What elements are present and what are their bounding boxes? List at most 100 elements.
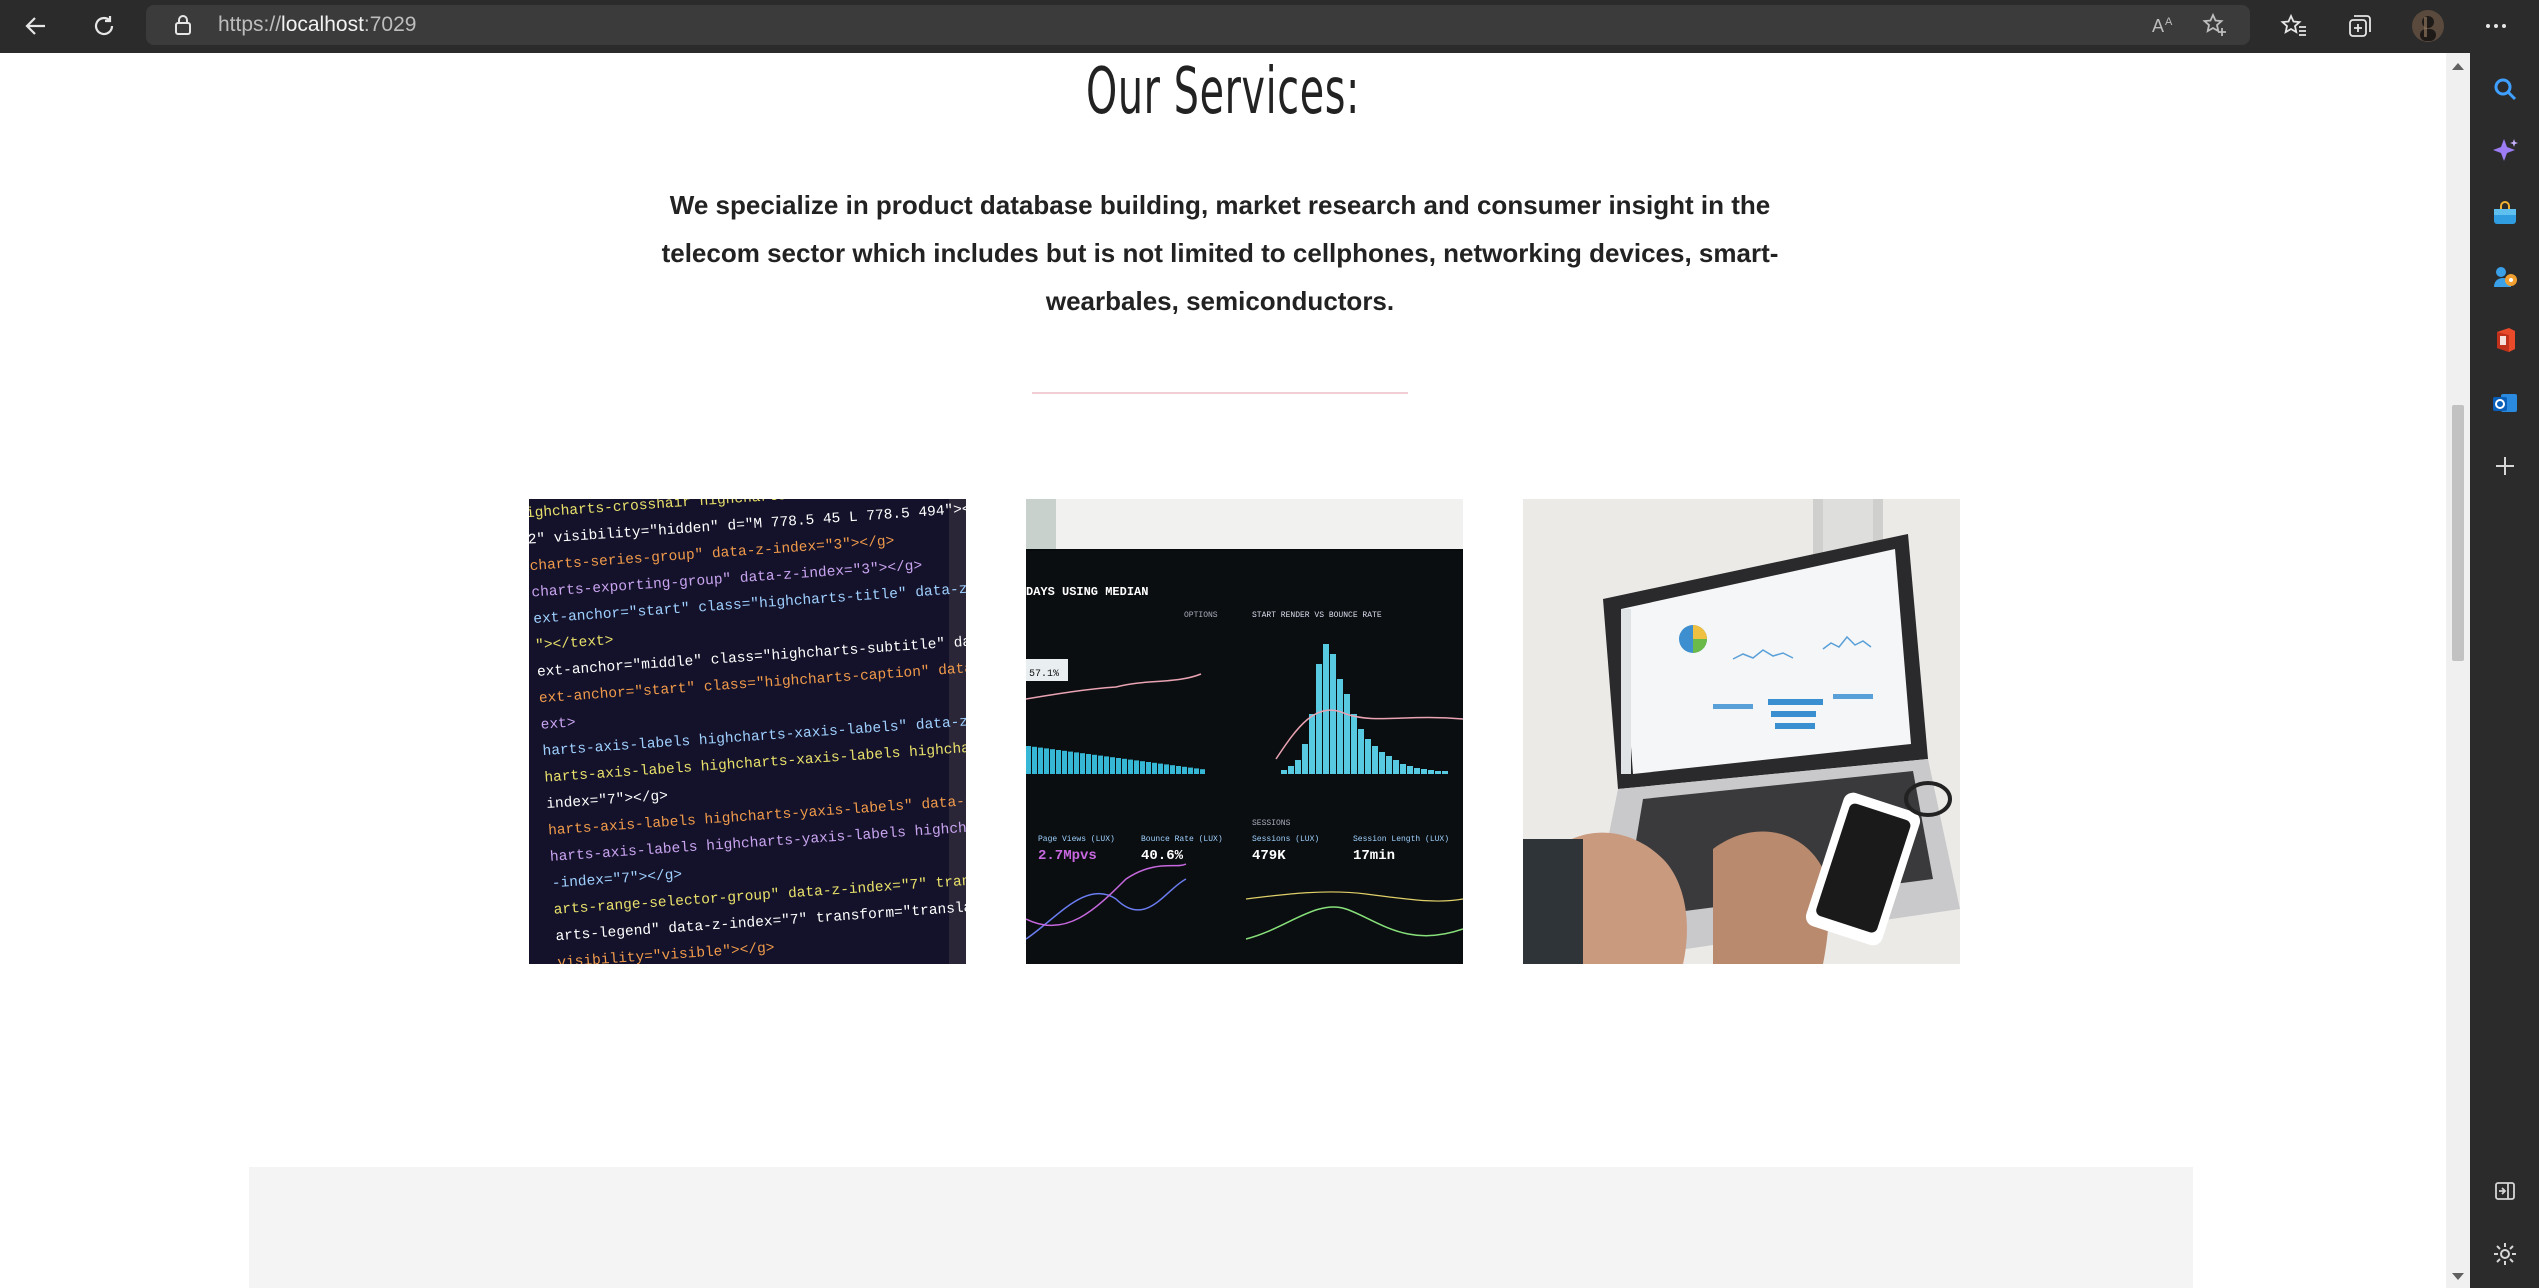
add-favorite-icon[interactable] — [2202, 12, 2228, 38]
histogram-bar — [1428, 770, 1434, 774]
page-scrollbar[interactable] — [2446, 53, 2470, 1288]
histogram-bar — [1393, 760, 1399, 774]
scroll-down-arrow[interactable] — [2452, 1273, 2464, 1280]
url-text[interactable]: https://localhost:7029 — [218, 5, 416, 45]
histogram-bar — [1170, 765, 1175, 774]
histogram-bar — [1038, 747, 1043, 774]
dashboard-screen: DAYS USING MEDIAN OPTIONS START RENDER V… — [1026, 499, 1463, 964]
histogram-bar — [1146, 762, 1151, 774]
histogram-bar — [1074, 752, 1079, 774]
copilot-sparkle-icon[interactable] — [2489, 135, 2521, 167]
dash-stat-value: 2.7Mpvs — [1038, 848, 1097, 864]
histogram-bar — [1026, 746, 1031, 774]
histogram-bar — [1056, 750, 1061, 774]
histogram-bar — [1421, 769, 1427, 774]
histogram-bar — [1164, 764, 1169, 774]
histogram-bar — [1194, 768, 1199, 774]
laptop-image — [1523, 499, 1960, 964]
back-arrow-icon[interactable] — [14, 6, 58, 46]
dash-stat-label: Sessions (LUX) — [1252, 835, 1319, 844]
laptop-photo — [1523, 499, 1960, 964]
histogram-bar — [1386, 756, 1392, 774]
profile-avatar[interactable] — [2406, 6, 2450, 46]
read-aloud-icon[interactable]: AA — [2150, 12, 2176, 38]
dash-stat-label: Session Length (LUX) — [1353, 835, 1449, 844]
histogram-bar — [1122, 758, 1127, 774]
histogram-bar — [1358, 729, 1364, 774]
svg-text:A: A — [2165, 16, 2173, 28]
histogram-bar — [1116, 758, 1121, 774]
settings-gear-icon[interactable] — [2489, 1238, 2521, 1270]
outlook-icon[interactable] — [2489, 387, 2521, 419]
url-host: localhost — [281, 13, 364, 36]
histogram-bar — [1176, 766, 1181, 774]
histogram-bar — [1062, 750, 1067, 774]
dash-sessions: SESSIONS — [1252, 819, 1291, 828]
histogram-bar — [1309, 714, 1315, 774]
address-bar[interactable]: https://localhost:7029 AA — [146, 5, 2250, 45]
add-icon[interactable] — [2489, 450, 2521, 482]
collections-icon[interactable] — [2338, 6, 2382, 46]
histogram-bar — [1302, 744, 1308, 774]
refresh-icon[interactable] — [82, 6, 126, 46]
hide-sidebar-icon[interactable] — [2489, 1175, 2521, 1207]
histogram-bar — [1407, 766, 1413, 774]
shopping-bag-icon[interactable] — [2489, 198, 2521, 230]
histogram-bar — [1379, 752, 1385, 774]
histogram-bar — [1080, 753, 1085, 774]
histogram-bar — [1044, 748, 1049, 774]
histogram-bar — [1158, 763, 1163, 774]
lock-icon[interactable] — [172, 14, 194, 36]
histogram-bar — [1032, 746, 1037, 774]
histogram-bar — [1365, 739, 1371, 774]
histogram-bar — [1400, 764, 1406, 774]
histogram-bar — [1128, 759, 1133, 774]
scroll-up-arrow[interactable] — [2452, 63, 2464, 70]
next-section-panel — [249, 1167, 2193, 1288]
scrollbar-thumb[interactable] — [2452, 405, 2464, 661]
dash-header: DAYS USING MEDIAN — [1026, 585, 1148, 599]
histogram-bar — [1050, 749, 1055, 774]
dash-stat-value: 40.6% — [1141, 848, 1184, 864]
more-menu-icon[interactable] — [2474, 6, 2518, 46]
office-icon[interactable] — [2489, 324, 2521, 356]
svg-text:A: A — [2152, 16, 2164, 36]
dash-stat-value: 17min — [1353, 848, 1395, 864]
histogram-bar — [1281, 770, 1287, 774]
histogram-bar — [1110, 757, 1115, 774]
histogram-bar — [1182, 766, 1187, 774]
games-icon[interactable] — [2489, 261, 2521, 293]
url-prefix: https:// — [218, 13, 282, 36]
favorites-icon[interactable] — [2272, 6, 2316, 46]
search-icon[interactable] — [2489, 73, 2521, 105]
dash-stat-label: Page Views (LUX) — [1038, 835, 1115, 844]
histogram-bar — [1316, 664, 1322, 774]
histogram-bar — [1092, 754, 1097, 774]
histogram-bar — [1344, 694, 1350, 774]
edge-sidebar — [2470, 53, 2539, 1288]
histogram-bar — [1134, 760, 1139, 774]
histogram-bar — [1330, 654, 1336, 774]
page-content: Our Services: We specialize in product d… — [0, 53, 2446, 1288]
dash-stat-label: Bounce Rate (LUX) — [1141, 835, 1223, 844]
histogram-bar — [1372, 746, 1378, 774]
dash-stat-value: 479K — [1252, 848, 1286, 864]
histogram-bar — [1323, 644, 1329, 774]
histogram-bar — [1442, 771, 1448, 774]
services-description: We specialize in product database buildi… — [661, 190, 1779, 316]
dashboard-image: DAYS USING MEDIAN OPTIONS START RENDER V… — [1026, 499, 1463, 964]
histogram-bar — [1295, 760, 1301, 774]
histogram-bar — [1288, 766, 1294, 774]
code-image: ighcharts-crosshair highcharts-navigator… — [529, 499, 966, 964]
histogram-bar — [1435, 771, 1441, 774]
section-divider — [1032, 392, 1408, 394]
histogram-bar — [1414, 768, 1420, 774]
dash-chart2-title: START RENDER VS BOUNCE RATE — [1252, 611, 1382, 620]
histogram-bar — [1337, 679, 1343, 774]
histogram-bar — [1098, 755, 1103, 774]
histogram-bar — [1086, 754, 1091, 774]
dash-tooltip: 57.1% — [1029, 669, 1059, 680]
code-screen: ighcharts-crosshair highcharts-navigator… — [529, 499, 966, 964]
histogram-bar — [1200, 769, 1205, 774]
histogram-bar — [1068, 751, 1073, 774]
